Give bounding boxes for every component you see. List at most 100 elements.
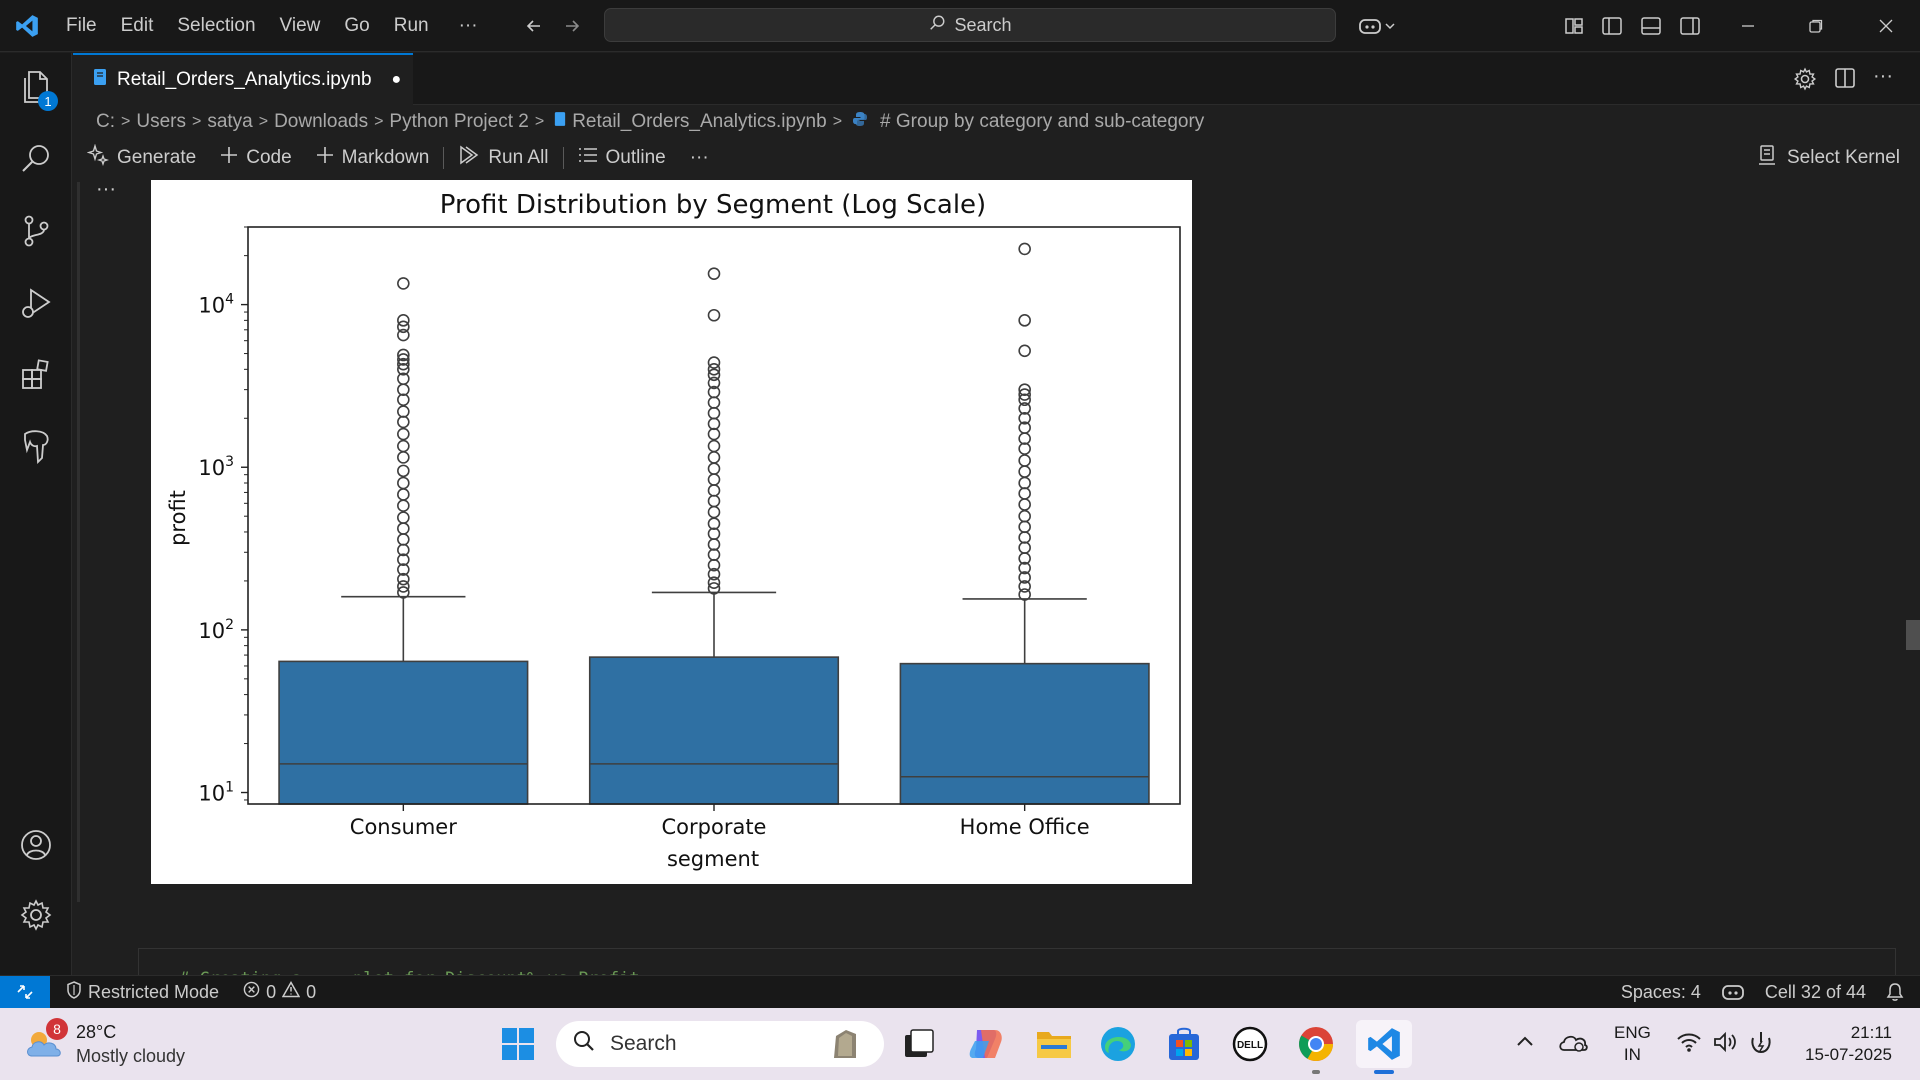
outlier-point [1018, 454, 1031, 467]
indentation-button[interactable]: Spaces: 4 [1611, 982, 1711, 1003]
search-icon [928, 14, 946, 37]
x-tick-label: Consumer [350, 815, 457, 839]
explorer-icon[interactable]: 1 [14, 67, 58, 111]
manage-gear-icon[interactable] [14, 893, 58, 937]
notebook-file-icon [554, 111, 566, 133]
notifications-bell-icon[interactable] [1876, 982, 1920, 1002]
settings-gear-icon[interactable] [1793, 67, 1817, 96]
editor-more-actions-button[interactable]: ··· [1873, 65, 1893, 88]
search-icon[interactable] [14, 137, 58, 181]
postgres-elephant-icon[interactable] [14, 425, 58, 469]
breadcrumb-cell-heading[interactable]: # Group by category and sub-category [880, 111, 1204, 133]
edge-browser-icon[interactable] [1094, 1020, 1142, 1068]
toggle-panel-icon[interactable] [1637, 0, 1665, 52]
outlier-point [397, 415, 410, 429]
x-tick-label: Corporate [662, 815, 767, 839]
outlier-point [1018, 242, 1031, 256]
vscode-app-icon[interactable] [1356, 1020, 1412, 1074]
menu-more-button[interactable]: ··· [441, 0, 490, 52]
cell-position-button[interactable]: Cell 32 of 44 [1755, 982, 1876, 1003]
toolbar-more-button[interactable]: ··· [678, 147, 721, 169]
outlier-point [707, 427, 721, 441]
restore-icon[interactable] [1792, 0, 1840, 52]
outline-button[interactable]: Outline [566, 146, 678, 170]
source-control-icon[interactable] [14, 209, 58, 253]
windows-taskbar: 8 28°C Mostly cloudy Search DELL ENG IN … [0, 1008, 1920, 1080]
customize-layout-icon[interactable] [1560, 0, 1588, 52]
breadcrumb-users[interactable]: Users [136, 111, 186, 133]
breadcrumb-satya[interactable]: satya [207, 111, 252, 133]
dell-app-icon[interactable]: DELL [1226, 1020, 1274, 1068]
copilot-icon[interactable] [1352, 0, 1404, 52]
volume-icon[interactable] [1712, 1030, 1738, 1059]
weather-condition: Mostly cloudy [76, 1046, 186, 1066]
restricted-mode-button[interactable]: Restricted Mode [50, 980, 229, 1004]
tab-retail-orders-notebook[interactable]: Retail_Orders_Analytics.ipynb ● [73, 53, 413, 105]
error-icon [243, 981, 260, 1003]
clock[interactable]: 21:11 15-07-2025 [1794, 1022, 1892, 1066]
weather-widget[interactable]: 8 28°C Mostly cloudy [24, 1018, 204, 1070]
outlier-point [1018, 465, 1031, 478]
problems-button[interactable]: 0 0 [229, 980, 326, 1003]
close-icon[interactable] [1862, 0, 1910, 52]
select-kernel-button[interactable]: Select Kernel [1757, 140, 1900, 176]
battery-icon[interactable] [1748, 1028, 1774, 1061]
outlier-point [707, 538, 721, 551]
windows-start-icon[interactable] [494, 1020, 542, 1068]
language-indicator[interactable]: ENG IN [1614, 1022, 1651, 1066]
wifi-icon[interactable] [1676, 1030, 1702, 1059]
extensions-icon[interactable] [14, 353, 58, 397]
run-and-debug-icon[interactable] [14, 281, 58, 325]
run-all-icon [458, 145, 480, 171]
menu-file[interactable]: File [54, 0, 109, 52]
show-hidden-icons-chevron-icon[interactable] [1514, 1030, 1536, 1057]
copilot-status-icon[interactable] [1711, 983, 1755, 1001]
outlier-point [397, 476, 410, 490]
onedrive-cloud-icon[interactable] [1558, 1030, 1588, 1059]
outline-label: Outline [605, 147, 666, 168]
active-app-indicator [1374, 1070, 1394, 1074]
outlier-point [1018, 498, 1031, 511]
run-all-label: Run All [488, 147, 549, 168]
breadcrumb-notebook[interactable]: Retail_Orders_Analytics.ipynb [572, 111, 827, 133]
forward-arrow-icon[interactable] [558, 0, 586, 52]
add-code-cell-button[interactable]: Code [208, 146, 303, 170]
breadcrumb-project[interactable]: Python Project 2 [389, 111, 528, 133]
outlier-point [1018, 476, 1031, 490]
toggle-primary-sidebar-icon[interactable] [1598, 0, 1626, 52]
menu-view[interactable]: View [268, 0, 333, 52]
microsoft-store-icon[interactable] [1160, 1020, 1208, 1068]
taskbar-search-box[interactable]: Search [556, 1021, 884, 1067]
generate-button[interactable]: Generate [73, 143, 208, 172]
output-actions-button[interactable]: ··· [96, 178, 116, 201]
task-view-icon[interactable] [894, 1020, 942, 1068]
minimize-icon[interactable] [1724, 0, 1772, 52]
error-count: 0 [266, 981, 277, 1002]
split-editor-icon[interactable] [1834, 67, 1856, 94]
plus-icon [316, 146, 334, 170]
outlier-point [1018, 520, 1031, 534]
chart-title: Profit Distribution by Segment (Log Scal… [440, 190, 986, 220]
copilot-app-icon[interactable] [962, 1020, 1010, 1068]
menu-run[interactable]: Run [382, 0, 441, 52]
chrome-browser-icon[interactable] [1292, 1020, 1340, 1074]
chevron-right-icon: > [191, 113, 202, 130]
breadcrumb-downloads[interactable]: Downloads [274, 111, 368, 133]
accounts-icon[interactable] [14, 823, 58, 867]
add-markdown-cell-button[interactable]: Markdown [304, 146, 442, 170]
unsaved-dot-icon[interactable]: ● [392, 71, 402, 89]
file-explorer-icon[interactable] [1030, 1020, 1078, 1068]
remote-indicator-button[interactable] [0, 975, 50, 1009]
menu-edit[interactable]: Edit [109, 0, 166, 52]
status-bar: Restricted Mode 0 0 Spaces: 4 Cell 32 of… [0, 975, 1920, 1009]
menu-go[interactable]: Go [332, 0, 381, 52]
menu-selection[interactable]: Selection [165, 0, 267, 52]
back-arrow-icon[interactable] [520, 0, 548, 52]
breadcrumb-drive[interactable]: C: [96, 111, 115, 133]
run-all-button[interactable]: Run All [446, 145, 560, 171]
outlier-point [397, 499, 410, 513]
editor-scrollbar-thumb[interactable] [1906, 620, 1920, 650]
toggle-secondary-sidebar-icon[interactable] [1676, 0, 1704, 52]
command-center-search[interactable]: Search [604, 8, 1336, 42]
tab-label: Retail_Orders_Analytics.ipynb [117, 69, 372, 90]
